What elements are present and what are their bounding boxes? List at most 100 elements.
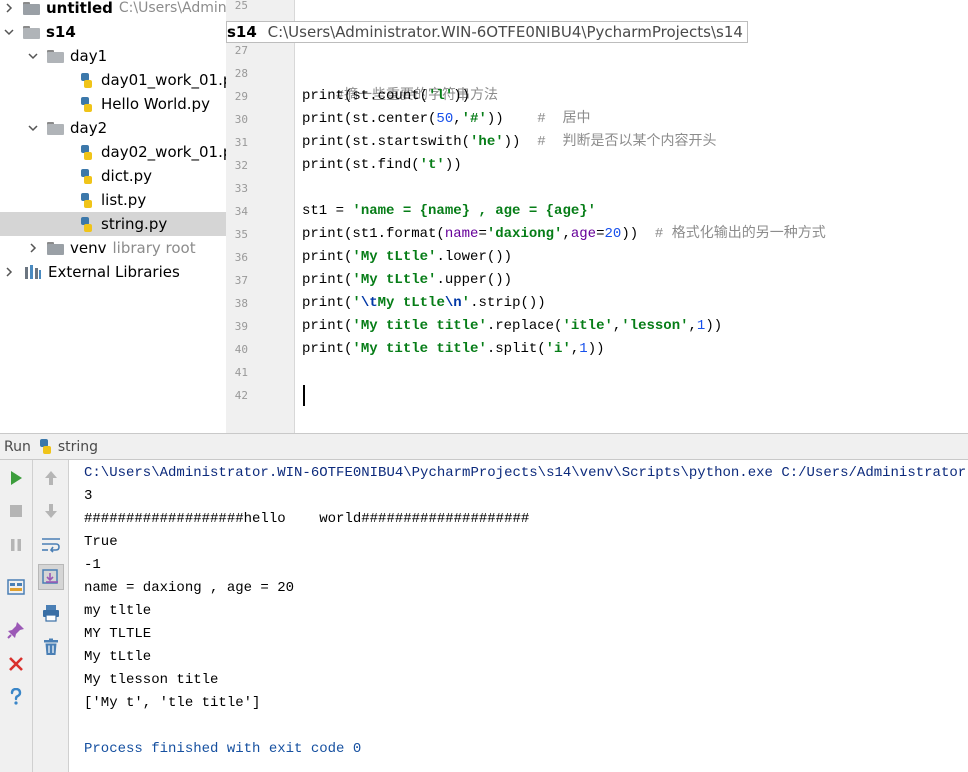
editor-gutter: 25 27 28 29 30 31 32 33 34 35 36 37 38 3… bbox=[226, 0, 295, 433]
tree-item-file[interactable]: day01_work_01.py bbox=[0, 68, 226, 92]
scroll-to-end-button[interactable] bbox=[38, 564, 64, 590]
close-button[interactable] bbox=[3, 651, 29, 677]
run-tool-window-header[interactable]: Run string bbox=[0, 433, 968, 460]
line-number: 30 bbox=[234, 113, 248, 126]
tree-item-file[interactable]: Hello World.py bbox=[0, 92, 226, 116]
console-line: ###################hello world##########… bbox=[84, 511, 530, 527]
project-tree[interactable]: untitled C:\Users\Administrator.WIN-6OTF… bbox=[0, 0, 226, 433]
chevron-right-icon[interactable] bbox=[2, 1, 16, 15]
folder-open-icon bbox=[47, 121, 64, 135]
line-number: 36 bbox=[234, 251, 248, 264]
tree-item-label: External Libraries bbox=[48, 263, 180, 281]
code-line: print('My tLtle'.upper()) bbox=[302, 272, 513, 288]
text-caret bbox=[303, 385, 305, 406]
scroll-end-icon bbox=[42, 569, 58, 584]
line-number: 38 bbox=[234, 297, 248, 310]
tree-item-file[interactable]: dict.py bbox=[0, 164, 226, 188]
console-line: C:\Users\Administrator.WIN-6OTFE0NIBU4\P… bbox=[84, 465, 968, 481]
clear-all-button[interactable] bbox=[38, 634, 64, 660]
layout-icon bbox=[7, 579, 25, 595]
run-toolbar-secondary bbox=[33, 460, 69, 772]
tree-item-file-selected[interactable]: string.py bbox=[0, 212, 226, 236]
tree-item-day1[interactable]: day1 bbox=[0, 44, 226, 68]
python-file-icon bbox=[81, 96, 92, 112]
tooltip-name: s14 bbox=[227, 23, 257, 41]
trash-icon bbox=[44, 638, 58, 655]
folder-open-icon bbox=[47, 49, 64, 63]
console-line: My tLtle bbox=[84, 649, 152, 665]
console-line: name = daxiong , age = 20 bbox=[84, 580, 295, 596]
folder-icon bbox=[23, 1, 40, 15]
soft-wrap-icon bbox=[42, 538, 60, 553]
tree-item-external-libraries[interactable]: External Libraries bbox=[0, 260, 226, 284]
tree-item-label: Hello World.py bbox=[101, 95, 210, 113]
tree-item-label: day01_work_01.py bbox=[101, 71, 226, 89]
tree-item-day2[interactable]: day2 bbox=[0, 116, 226, 140]
chevron-down-icon[interactable] bbox=[2, 25, 16, 39]
run-tab-label[interactable]: Run bbox=[4, 439, 31, 455]
console-line: my tltle bbox=[84, 603, 152, 619]
code-line: st1 = 'name = {name} , age = {age}' bbox=[302, 203, 597, 219]
line-number: 32 bbox=[234, 159, 248, 172]
rerun-button[interactable] bbox=[3, 465, 29, 491]
tree-item-untitled[interactable]: untitled C:\Users\Administrator.WIN-6OTF… bbox=[0, 0, 226, 20]
line-number: 28 bbox=[234, 67, 248, 80]
line-number: 27 bbox=[234, 44, 248, 57]
python-file-icon bbox=[81, 216, 92, 232]
soft-wrap-button[interactable] bbox=[38, 532, 64, 558]
run-config-name[interactable]: string bbox=[58, 439, 98, 455]
pin-tab-button[interactable] bbox=[3, 617, 29, 643]
code-line: print(st.find('t')) bbox=[302, 157, 462, 173]
tree-item-file[interactable]: day02_work_01.py bbox=[0, 140, 226, 164]
run-console-output[interactable]: C:\Users\Administrator.WIN-6OTFE0NIBU4\P… bbox=[70, 460, 968, 772]
scroll-down-button[interactable] bbox=[38, 498, 64, 524]
pause-button[interactable] bbox=[3, 532, 29, 558]
code-editor[interactable]: #摘一些重要的字符串方法 print(st.count('l')) print(… bbox=[296, 0, 968, 433]
chevron-down-icon[interactable] bbox=[26, 121, 40, 135]
tree-item-tag: library root bbox=[112, 239, 196, 257]
console-line: -1 bbox=[84, 557, 101, 573]
stop-icon bbox=[10, 505, 22, 517]
folder-icon bbox=[47, 241, 64, 255]
tree-item-file[interactable]: list.py bbox=[0, 188, 226, 212]
console-line: MY TLTLE bbox=[84, 626, 152, 642]
line-number: 40 bbox=[234, 343, 248, 356]
python-file-icon bbox=[81, 72, 92, 88]
python-file-icon bbox=[39, 439, 51, 454]
line-number: 25 bbox=[234, 0, 248, 12]
code-line: #摘一些重要的字符串方法 bbox=[335, 88, 499, 104]
stop-button[interactable] bbox=[3, 498, 29, 524]
line-number: 37 bbox=[234, 274, 248, 287]
scroll-up-button[interactable] bbox=[38, 465, 64, 491]
help-button[interactable] bbox=[3, 684, 29, 710]
tree-item-venv[interactable]: venv library root bbox=[0, 236, 226, 260]
chevron-down-icon[interactable] bbox=[26, 49, 40, 63]
chevron-right-icon[interactable] bbox=[26, 241, 40, 255]
tree-item-path: C:\Users\Administrator.WIN-6OTFE0NIBU4\P… bbox=[118, 0, 226, 16]
arrow-down-icon bbox=[45, 504, 57, 518]
pause-icon bbox=[11, 539, 21, 551]
path-tooltip: s14 C:\Users\Administrator.WIN-6OTFE0NIB… bbox=[226, 21, 748, 43]
arrow-up-icon bbox=[45, 471, 57, 485]
tree-item-label: dict.py bbox=[101, 167, 152, 185]
restore-layout-button[interactable] bbox=[3, 574, 29, 600]
folder-open-icon bbox=[23, 25, 40, 39]
console-line: True bbox=[84, 534, 118, 550]
code-line: print(st.center(50,'#')) # 居中 bbox=[302, 111, 591, 127]
close-icon bbox=[9, 657, 23, 671]
console-line: ['My t', 'tle title'] bbox=[84, 695, 261, 711]
tree-item-s14[interactable]: s14 bbox=[0, 20, 226, 44]
code-line: print(st1.format(name='daxiong',age=20))… bbox=[302, 226, 826, 242]
pin-icon bbox=[7, 622, 24, 639]
print-button[interactable] bbox=[38, 600, 64, 626]
tooltip-path: C:\Users\Administrator.WIN-6OTFE0NIBU4\P… bbox=[267, 23, 743, 41]
python-file-icon bbox=[81, 168, 92, 184]
code-line: print('My title title'.replace('itle','l… bbox=[302, 318, 723, 334]
tree-item-label: list.py bbox=[101, 191, 147, 209]
console-line: My tlesson title bbox=[84, 672, 219, 688]
chevron-right-icon[interactable] bbox=[2, 265, 16, 279]
tree-item-label: untitled bbox=[46, 0, 113, 17]
console-line-exit: Process finished with exit code 0 bbox=[84, 741, 362, 757]
tree-item-label: venv bbox=[70, 239, 107, 257]
python-file-icon bbox=[81, 144, 92, 160]
